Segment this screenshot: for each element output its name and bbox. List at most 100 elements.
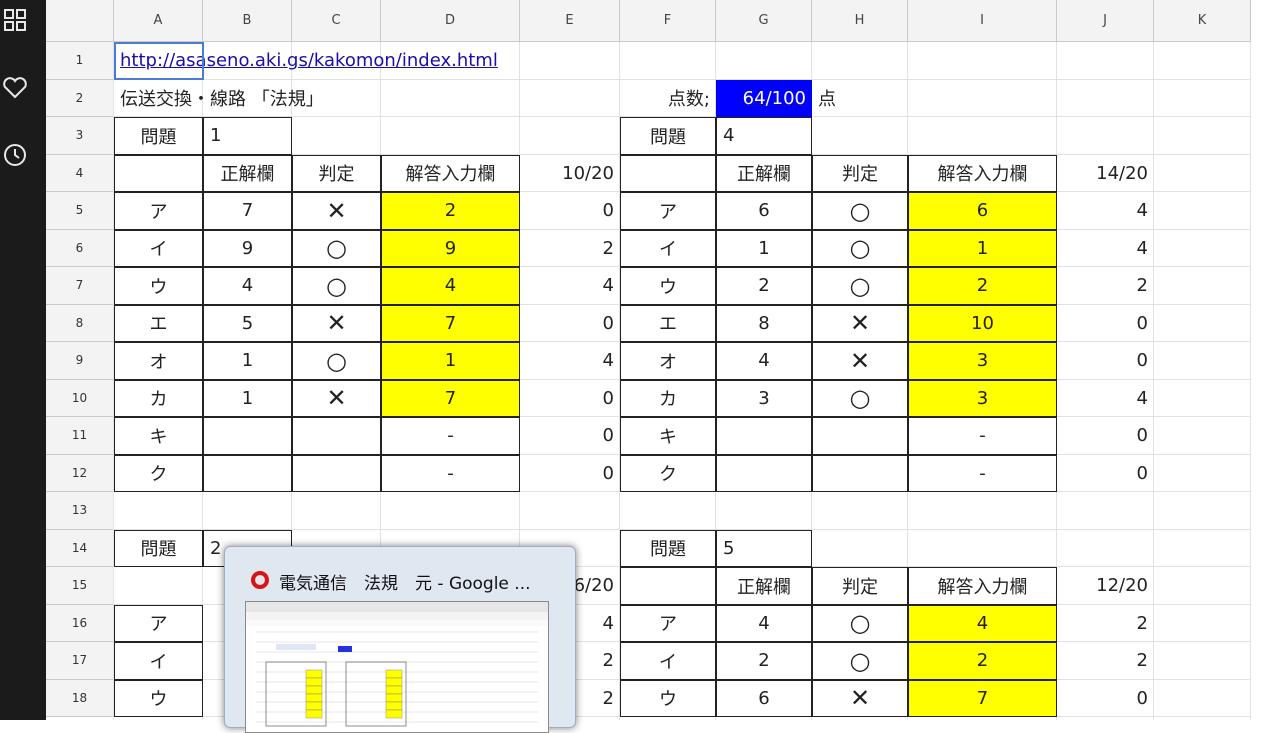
q4-answer-input[interactable]: 6	[908, 192, 1057, 230]
q5-answer-input[interactable]: 7	[908, 679, 1057, 717]
heart-icon[interactable]	[2, 76, 28, 102]
q4-blank-header	[620, 154, 716, 192]
q5-answer-input-text[interactable]: 2	[977, 650, 988, 671]
q4-answer-input[interactable]: -	[908, 417, 1057, 455]
q4-answer-input[interactable]: 3	[908, 342, 1057, 380]
q1-answer-input-text[interactable]: 1	[445, 350, 456, 371]
q5-row-label-text: ア	[659, 614, 677, 636]
column-header-i[interactable]: I	[908, 0, 1057, 42]
q4-answer-input-text[interactable]: 3	[977, 388, 988, 409]
q5-answer-input[interactable]: 2	[908, 642, 1057, 680]
row-header-14[interactable]: 14	[46, 529, 114, 567]
q1-points-text: 0	[602, 200, 614, 222]
q1-answer-input[interactable]: 9	[381, 229, 520, 267]
row-header-16[interactable]: 16	[46, 604, 114, 642]
q4-judgement: ○	[812, 229, 908, 267]
row-header-17[interactable]: 17	[46, 642, 114, 680]
q1-answer-input-text[interactable]: 2	[445, 200, 456, 221]
row-header-13[interactable]: 13	[46, 492, 114, 530]
row-header-6[interactable]: 6	[46, 229, 114, 267]
column-header-c[interactable]: C	[292, 0, 381, 42]
select-all-corner[interactable]	[46, 0, 114, 42]
q5-answer-input[interactable]: 4	[908, 604, 1057, 642]
apps-grid-icon[interactable]	[2, 8, 28, 34]
q4-answer-input[interactable]: 3	[908, 379, 1057, 417]
column-header-h[interactable]: H	[812, 0, 908, 42]
row-header-10[interactable]: 10	[46, 379, 114, 417]
q1-answer-input-text[interactable]: 4	[445, 275, 456, 296]
q1-answer-input-text[interactable]: 7	[445, 313, 456, 334]
q1-answer-input[interactable]: 7	[381, 304, 520, 342]
column-header-d[interactable]: D	[381, 0, 520, 42]
column-header-f[interactable]: F	[620, 0, 716, 42]
q4-answer-input-text[interactable]: 2	[977, 275, 988, 296]
q1-row-label: ア	[114, 192, 203, 230]
q4-judgement: ✕	[812, 342, 908, 380]
q1-answer-input-text[interactable]: -	[447, 463, 454, 484]
q1-answer-input[interactable]: 7	[381, 379, 520, 417]
q4-points: 0	[1057, 417, 1154, 455]
q4-row-label: ア	[620, 192, 716, 230]
q1-answer-input[interactable]: 1	[381, 342, 520, 380]
row-header-15[interactable]: 15	[46, 567, 114, 605]
q4-row-label-text: エ	[659, 314, 677, 336]
q4-row-label-text: イ	[659, 239, 677, 261]
q1-answer-input-text[interactable]: 9	[445, 238, 456, 259]
q4-answer-input-text[interactable]: 3	[977, 350, 988, 371]
row-header-5[interactable]: 5	[46, 192, 114, 230]
q1-judgement-text: ✕	[326, 384, 347, 413]
q4-answer-input-text[interactable]: 1	[977, 238, 988, 259]
score-value[interactable]: 64/100	[716, 79, 812, 117]
q2-question-label: 問題	[114, 529, 203, 567]
q4-correct-answer-text: 8	[758, 312, 770, 334]
q1-answer-input-text[interactable]: -	[447, 425, 454, 446]
q4-answer-input-text[interactable]: 10	[971, 313, 994, 334]
row-header-11[interactable]: 11	[46, 417, 114, 455]
q4-answer-input[interactable]: 10	[908, 304, 1057, 342]
row-header-2[interactable]: 2	[46, 79, 114, 117]
q5-row-label: ア	[620, 604, 716, 642]
column-header-k[interactable]: K	[1154, 0, 1251, 42]
q4-answer-input-text[interactable]: -	[979, 463, 986, 484]
q4-answer-input-text[interactable]: -	[979, 425, 986, 446]
row-header-9[interactable]: 9	[46, 342, 114, 380]
q5-answer-input-text[interactable]: 7	[977, 688, 988, 709]
q1-answer-input-text[interactable]: 7	[445, 388, 456, 409]
q5-answer-header: 正解欄	[716, 567, 812, 605]
q4-judgement	[812, 454, 908, 492]
q4-answer-input[interactable]: -	[908, 454, 1057, 492]
row-header-4[interactable]: 4	[46, 154, 114, 192]
q4-answer-input[interactable]: 1	[908, 229, 1057, 267]
row-header-8[interactable]: 8	[46, 304, 114, 342]
q1-judgement: ✕	[292, 379, 381, 417]
q4-points-text: 2	[1136, 275, 1148, 297]
q1-answer-input[interactable]: 4	[381, 267, 520, 305]
q4-points: 4	[1057, 230, 1154, 268]
q4-judgement: ○	[812, 379, 908, 417]
popup-title: 電気通信 法規 元 - Google ...	[279, 574, 531, 594]
row-header-18[interactable]: 18	[46, 679, 114, 717]
column-header-e[interactable]: E	[520, 0, 620, 42]
column-header-j[interactable]: J	[1057, 0, 1154, 42]
q1-correct-answer: 5	[203, 304, 292, 342]
q1-row-label-text: ア	[149, 201, 168, 223]
q1-answer-input[interactable]: 2	[381, 192, 520, 230]
row-header-1[interactable]: 1	[46, 42, 114, 80]
q5-answer-input-text[interactable]: 4	[977, 613, 988, 634]
row-header-12[interactable]: 12	[46, 454, 114, 492]
q4-answer-header: 正解欄	[716, 154, 812, 192]
taskbar-preview-popup[interactable]: 電気通信 法規 元 - Google ...	[224, 546, 576, 733]
row-header-3[interactable]: 3	[46, 117, 114, 155]
clock-icon[interactable]	[2, 142, 28, 168]
q4-row-label-text: オ	[659, 351, 677, 373]
row-header-7[interactable]: 7	[46, 267, 114, 305]
column-header-g[interactable]: G	[716, 0, 812, 42]
q1-answer-input[interactable]: -	[381, 454, 520, 492]
q4-answer-input-text[interactable]: 6	[977, 200, 988, 221]
window-thumbnail[interactable]	[245, 601, 549, 733]
score-value-text[interactable]: 64/100	[743, 88, 806, 109]
q4-answer-input[interactable]: 2	[908, 267, 1057, 305]
column-header-b[interactable]: B	[203, 0, 292, 42]
column-header-a[interactable]: A	[114, 0, 203, 42]
q1-answer-input[interactable]: -	[381, 417, 520, 455]
